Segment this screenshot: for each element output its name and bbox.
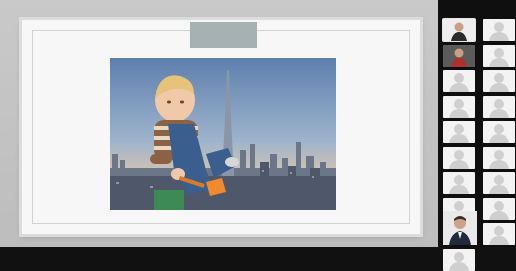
participant-avatar-tile[interactable] [483, 172, 515, 194]
person-placeholder-icon [449, 252, 469, 271]
participant-avatar-tile[interactable] [483, 19, 515, 41]
person-placeholder-icon [449, 124, 469, 143]
participant-avatar-tile[interactable] [443, 147, 475, 169]
participant-avatar-tile[interactable] [483, 45, 515, 67]
participant-video [443, 45, 475, 67]
slide-title-placeholder [190, 22, 257, 48]
person-placeholder-icon [489, 201, 509, 220]
participant-avatar-tile[interactable] [483, 96, 515, 118]
participant-avatar-tile[interactable] [483, 198, 515, 220]
person-placeholder-icon [489, 150, 509, 169]
participant-video-tile[interactable] [443, 19, 475, 41]
participant-avatar-tile[interactable] [483, 223, 515, 245]
person-placeholder-icon [489, 124, 509, 143]
toddler-city-photo [110, 58, 336, 210]
participant-avatar-tile[interactable] [443, 70, 475, 92]
person-placeholder-icon [449, 150, 469, 169]
participant-avatar-tile[interactable] [443, 96, 475, 118]
slide-photo [110, 58, 336, 210]
participant-avatar-tile[interactable] [483, 147, 515, 169]
person-placeholder-icon [489, 48, 509, 67]
person-placeholder-icon [489, 226, 509, 245]
presenter-video [443, 211, 477, 245]
person-placeholder-icon [449, 175, 469, 194]
person-placeholder-icon [489, 175, 509, 194]
person-placeholder-icon [449, 73, 469, 92]
person-placeholder-icon [489, 73, 509, 92]
person-placeholder-icon [489, 22, 509, 41]
participant-avatar-tile[interactable] [443, 172, 475, 194]
participant-video-tile[interactable] [443, 45, 475, 67]
participant-avatar-tile[interactable] [483, 121, 515, 143]
person-placeholder-icon [449, 99, 469, 118]
participant-avatar-tile[interactable] [443, 121, 475, 143]
person-placeholder-icon [489, 99, 509, 118]
participant-avatar-tile[interactable] [443, 249, 475, 271]
self-view-tile[interactable] [443, 211, 477, 245]
participant-video [443, 19, 475, 41]
shared-screen [0, 0, 438, 247]
participant-avatar-tile[interactable] [483, 70, 515, 92]
